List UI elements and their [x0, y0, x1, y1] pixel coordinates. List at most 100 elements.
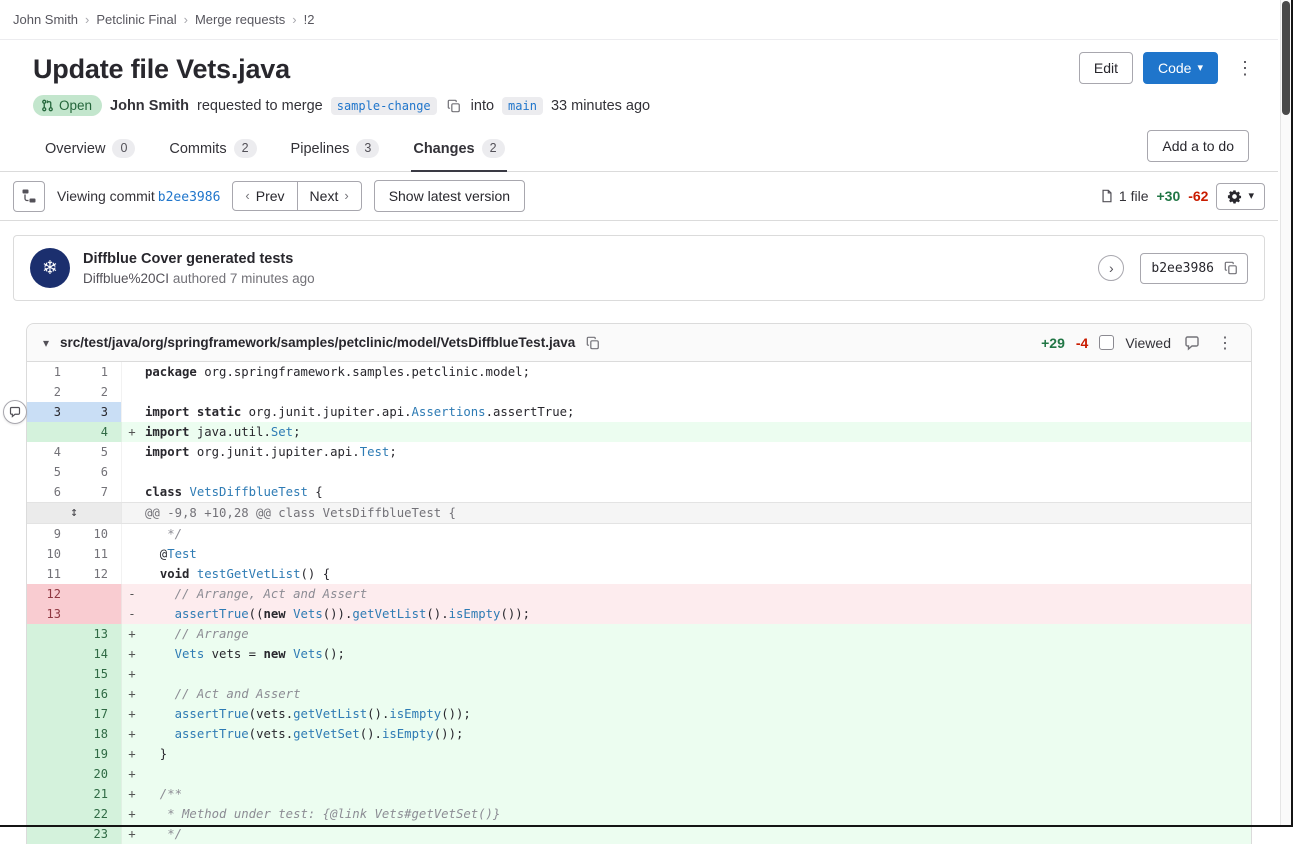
- new-line-number[interactable]: 5: [74, 442, 121, 462]
- old-line-number[interactable]: [27, 744, 74, 764]
- old-line-number[interactable]: 6: [27, 482, 74, 503]
- target-branch-label[interactable]: main: [502, 97, 543, 115]
- copy-commit-sha-button[interactable]: [1224, 261, 1247, 275]
- breadcrumb-project[interactable]: Petclinic Final: [96, 12, 176, 27]
- tab-commits[interactable]: Commits 2: [167, 126, 258, 172]
- old-line-number[interactable]: [27, 684, 74, 704]
- old-line-number[interactable]: [27, 804, 74, 824]
- new-line-number[interactable]: 20: [74, 764, 121, 784]
- total-additions: +30: [1156, 188, 1180, 204]
- status-badge: Open: [33, 95, 102, 116]
- tab-count-badge: 2: [482, 139, 505, 158]
- old-line-number[interactable]: 12: [27, 584, 74, 604]
- code-line: // Arrange, Act and Assert: [143, 584, 1251, 604]
- viewed-checkbox[interactable]: [1099, 335, 1114, 350]
- breadcrumb-user[interactable]: John Smith: [13, 12, 78, 27]
- diff-line-row: 16+ // Act and Assert: [27, 684, 1251, 704]
- diff-line-row: 23+ */: [27, 824, 1251, 844]
- edit-button[interactable]: Edit: [1079, 52, 1133, 84]
- diff-expand-row: ↕@@ -9,8 +10,28 @@ class VetsDiffblueTes…: [27, 503, 1251, 524]
- old-line-number[interactable]: 1: [27, 362, 74, 382]
- new-line-number[interactable]: 10: [74, 524, 121, 545]
- new-line-number[interactable]: 23: [74, 824, 121, 844]
- new-line-number[interactable]: 6: [74, 462, 121, 482]
- old-line-number[interactable]: 2: [27, 382, 74, 402]
- old-line-number[interactable]: 9: [27, 524, 74, 545]
- copy-branch-button[interactable]: [445, 97, 463, 115]
- code-button[interactable]: Code ▾: [1143, 52, 1218, 84]
- old-line-number[interactable]: [27, 704, 74, 724]
- old-line-number[interactable]: [27, 784, 74, 804]
- old-line-number[interactable]: 3: [27, 402, 74, 422]
- tab-pipelines[interactable]: Pipelines 3: [289, 126, 382, 172]
- old-line-number[interactable]: [27, 724, 74, 744]
- breadcrumb-separator: ›: [85, 12, 89, 27]
- code-line: @Test: [143, 544, 1251, 564]
- old-line-number[interactable]: [27, 422, 74, 442]
- new-line-number[interactable]: 14: [74, 644, 121, 664]
- add-todo-button[interactable]: Add a to do: [1147, 130, 1249, 162]
- new-line-number[interactable]: 21: [74, 784, 121, 804]
- prev-commit-button[interactable]: ‹ Prev: [232, 181, 297, 211]
- comment-indicator[interactable]: [3, 400, 27, 424]
- tab-overview[interactable]: Overview 0: [43, 126, 137, 172]
- new-line-number[interactable]: 15: [74, 664, 121, 684]
- old-line-number[interactable]: [27, 664, 74, 684]
- new-line-number[interactable]: 19: [74, 744, 121, 764]
- old-line-number[interactable]: 5: [27, 462, 74, 482]
- breadcrumb-merge-requests[interactable]: Merge requests: [195, 12, 285, 27]
- page-scrollbar[interactable]: [1280, 0, 1291, 825]
- expand-lines-button[interactable]: ↕: [27, 503, 121, 524]
- old-line-number[interactable]: [27, 824, 74, 844]
- mr-author[interactable]: John Smith: [110, 98, 189, 114]
- mr-meta-row: Open John Smith requested to merge sampl…: [33, 95, 1262, 116]
- copy-file-path-button[interactable]: [584, 334, 602, 352]
- viewing-commit-sha-link[interactable]: b2ee3986: [158, 190, 221, 205]
- commit-sha: b2ee3986: [1141, 261, 1224, 276]
- new-line-number[interactable]: 11: [74, 544, 121, 564]
- old-line-number[interactable]: 13: [27, 604, 74, 624]
- old-line-number[interactable]: [27, 644, 74, 664]
- code-line: assertTrue(vets.getVetSet().isEmpty());: [143, 724, 1251, 744]
- new-line-number[interactable]: [74, 584, 121, 604]
- old-line-number[interactable]: 11: [27, 564, 74, 584]
- new-line-number[interactable]: 13: [74, 624, 121, 644]
- new-line-number[interactable]: 12: [74, 564, 121, 584]
- collapse-file-button[interactable]: ▾: [41, 334, 51, 352]
- new-line-number[interactable]: 18: [74, 724, 121, 744]
- tab-label: Changes: [413, 141, 474, 157]
- next-commit-button[interactable]: Next ›: [297, 181, 362, 211]
- chevron-left-icon: ‹: [245, 187, 249, 205]
- code-line: package org.springframework.samples.petc…: [143, 362, 1251, 382]
- old-line-number[interactable]: 4: [27, 442, 74, 462]
- old-line-number[interactable]: [27, 624, 74, 644]
- diff-settings-button[interactable]: ▾: [1216, 183, 1265, 210]
- file-path[interactable]: src/test/java/org/springframework/sample…: [60, 335, 575, 350]
- file-comment-button[interactable]: [1182, 333, 1202, 353]
- file-additions: +29: [1041, 335, 1065, 351]
- new-line-number[interactable]: 22: [74, 804, 121, 824]
- new-line-number[interactable]: 1: [74, 362, 121, 382]
- tab-changes[interactable]: Changes 2: [411, 126, 506, 172]
- file-count-label: 1 file: [1119, 188, 1149, 204]
- scrollbar-thumb[interactable]: [1282, 1, 1290, 115]
- show-latest-version-button[interactable]: Show latest version: [374, 180, 525, 212]
- new-line-number[interactable]: 3: [74, 402, 121, 422]
- new-line-number[interactable]: 16: [74, 684, 121, 704]
- new-line-number[interactable]: 4: [74, 422, 121, 442]
- code-line: */: [143, 524, 1251, 545]
- status-badge-label: Open: [59, 98, 92, 113]
- commit-info: Diffblue Cover generated tests Diffblue%…: [83, 251, 1098, 286]
- file-browser-toggle-button[interactable]: [13, 181, 45, 212]
- expand-commit-button[interactable]: ›: [1098, 255, 1124, 281]
- old-line-number[interactable]: 10: [27, 544, 74, 564]
- file-options-kebab-button[interactable]: ⋮: [1213, 333, 1237, 353]
- breadcrumb-mr-id[interactable]: !2: [304, 12, 315, 27]
- new-line-number[interactable]: 17: [74, 704, 121, 724]
- old-line-number[interactable]: [27, 764, 74, 784]
- new-line-number[interactable]: 2: [74, 382, 121, 402]
- new-line-number[interactable]: 7: [74, 482, 121, 503]
- mr-options-kebab-button[interactable]: ⋮: [1228, 54, 1262, 83]
- new-line-number[interactable]: [74, 604, 121, 624]
- source-branch-label[interactable]: sample-change: [331, 97, 437, 115]
